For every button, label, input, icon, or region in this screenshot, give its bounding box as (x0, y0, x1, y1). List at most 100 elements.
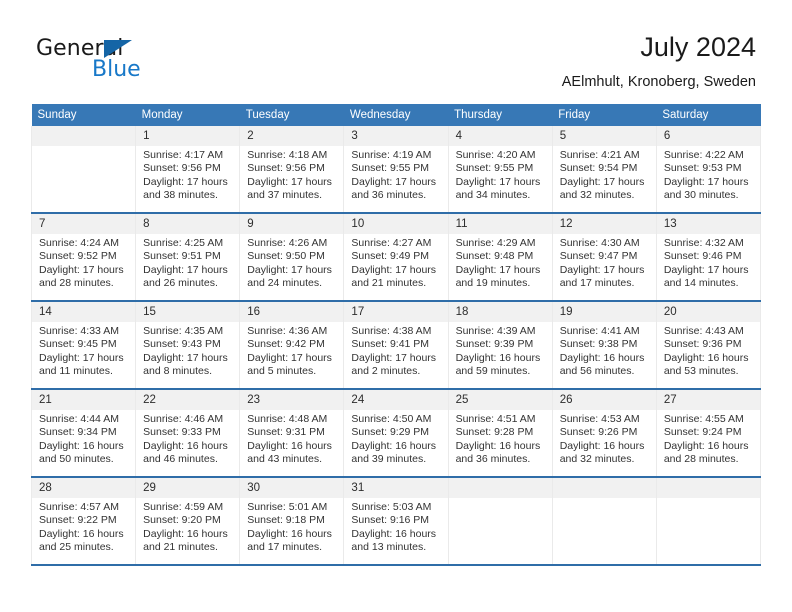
calendar-day-cell[interactable]: 22 Sunrise: 4:46 AM Sunset: 9:33 PM Dayligh… (135, 389, 241, 478)
calendar-table: Sunday Monday Tuesday Wednesday Thursday… (30, 104, 762, 566)
calendar-day-cell[interactable]: 3 Sunrise: 4:19 AM Sunset: 9:55 PM Daylight… (343, 126, 449, 214)
weekday-header-thursday: Thursday (448, 104, 553, 126)
daylight-text-line1: Daylight: 17 hours (351, 175, 437, 188)
day-sun-info: Sunrise: 4:41 AM Sunset: 9:38 PM Daylight:… (553, 322, 656, 379)
calendar-day-cell[interactable]: 11 Sunrise: 4:29 AM Sunset: 9:48 PM Dayligh… (447, 213, 553, 302)
calendar-day-cell[interactable]: 20 Sunrise: 4:43 AM Sunset: 9:36 PM Dayligh… (655, 301, 762, 390)
daylight-text-line1: Daylight: 16 hours (559, 351, 645, 364)
calendar-day-cell[interactable]: 21 Sunrise: 4:44 AM Sunset: 9:34 PM Dayligh… (30, 389, 137, 478)
daylight-text-line2: and 14 minutes. (663, 277, 739, 290)
page-header: General Blue July 2024 AElmhult, Kronobe… (0, 0, 792, 100)
day-sun-info: Sunrise: 4:50 AM Sunset: 9:29 PM Daylight:… (344, 410, 447, 467)
sunrise-text: Sunrise: 4:48 AM (247, 413, 328, 425)
calendar-day-cell[interactable]: 13 Sunrise: 4:32 AM Sunset: 9:46 PM Dayligh… (655, 213, 762, 302)
calendar-day-cell[interactable]: 18 Sunrise: 4:39 AM Sunset: 9:39 PM Dayligh… (447, 301, 553, 390)
sunrise-text: Sunrise: 5:01 AM (247, 501, 328, 513)
sunrise-text: Sunrise: 4:53 AM (559, 413, 640, 425)
day-sun-info: Sunrise: 4:35 AM Sunset: 9:43 PM Daylight:… (136, 322, 239, 379)
calendar-day-cell[interactable]: 8 Sunrise: 4:25 AM Sunset: 9:51 PM Daylight… (135, 213, 241, 302)
daylight-text-line2: and 39 minutes. (351, 453, 427, 466)
day-number: 22 (136, 390, 240, 410)
day-sun-info: Sunrise: 4:18 AM Sunset: 9:56 PM Daylight:… (240, 146, 343, 203)
sunset-text: Sunset: 9:46 PM (663, 250, 742, 263)
calendar-day-cell[interactable]: 17 Sunrise: 4:38 AM Sunset: 9:41 PM Dayligh… (343, 301, 449, 390)
calendar-day-cell[interactable]: 30 Sunrise: 5:01 AM Sunset: 9:18 PM Dayligh… (239, 477, 345, 566)
day-number: 13 (656, 214, 760, 234)
daylight-text-line1: Daylight: 17 hours (143, 175, 228, 188)
sunrise-text: Sunrise: 4:24 AM (39, 237, 119, 249)
day-sun-info: Sunrise: 4:24 AM Sunset: 9:52 PM Daylight:… (32, 234, 135, 291)
sunset-text: Sunset: 9:51 PM (143, 250, 221, 263)
sunset-text: Sunset: 9:22 PM (39, 514, 117, 527)
sunset-text: Sunset: 9:56 PM (247, 162, 325, 175)
daylight-text-line2: and 2 minutes. (351, 365, 421, 378)
day-sun-info: Sunrise: 4:44 AM Sunset: 9:34 PM Daylight:… (32, 410, 135, 467)
sunset-text: Sunset: 9:55 PM (455, 162, 534, 175)
daylight-text-line2: and 21 minutes. (143, 541, 218, 554)
calendar-day-cell[interactable]: 2 Sunrise: 4:18 AM Sunset: 9:56 PM Daylight… (239, 126, 345, 214)
calendar-day-cell[interactable]: 19 Sunrise: 4:41 AM Sunset: 9:38 PM Dayligh… (551, 301, 657, 390)
calendar-day-cell[interactable]: 4 Sunrise: 4:20 AM Sunset: 9:55 PM Daylight… (447, 126, 553, 214)
calendar-day-cell[interactable]: 16 Sunrise: 4:36 AM Sunset: 9:42 PM Dayligh… (239, 301, 345, 390)
sunrise-text: Sunrise: 4:41 AM (559, 325, 640, 337)
calendar-day-cell[interactable]: 24 Sunrise: 4:50 AM Sunset: 9:29 PM Dayligh… (343, 389, 449, 478)
calendar-cell-empty (447, 477, 553, 566)
calendar-header-row: Sunday Monday Tuesday Wednesday Thursday… (31, 104, 761, 126)
sunset-text: Sunset: 9:26 PM (559, 426, 638, 439)
calendar-day-cell[interactable]: 31 Sunrise: 5:03 AM Sunset: 9:16 PM Dayligh… (343, 477, 449, 566)
day-number: 18 (448, 302, 552, 322)
day-number: 31 (344, 478, 448, 498)
day-number: 15 (136, 302, 240, 322)
calendar-week-row: 28 Sunrise: 4:57 AM Sunset: 9:22 PM Dayligh… (30, 477, 762, 566)
brand-logo[interactable]: General Blue (36, 36, 256, 86)
daylight-text-line2: and 17 minutes. (559, 277, 635, 290)
calendar-day-cell[interactable]: 26 Sunrise: 4:53 AM Sunset: 9:26 PM Dayligh… (551, 389, 657, 478)
calendar-day-cell[interactable]: 5 Sunrise: 4:21 AM Sunset: 9:54 PM Daylight… (551, 126, 657, 214)
calendar-day-cell[interactable]: 28 Sunrise: 4:57 AM Sunset: 9:22 PM Dayligh… (30, 477, 137, 566)
calendar-day-cell[interactable]: 6 Sunrise: 4:22 AM Sunset: 9:53 PM Daylight… (655, 126, 762, 214)
sunrise-text: Sunrise: 4:33 AM (39, 325, 119, 337)
day-number: 12 (552, 214, 656, 234)
page-title: July 2024 (640, 32, 756, 62)
daylight-text-line1: Daylight: 16 hours (663, 351, 749, 364)
sunrise-text: Sunrise: 4:38 AM (351, 325, 432, 337)
calendar-day-cell[interactable]: 7 Sunrise: 4:24 AM Sunset: 9:52 PM Daylight… (30, 213, 137, 302)
calendar-day-cell[interactable]: 9 Sunrise: 4:26 AM Sunset: 9:50 PM Daylight… (239, 213, 345, 302)
day-sun-info: Sunrise: 4:17 AM Sunset: 9:56 PM Daylight:… (136, 146, 239, 203)
daylight-text-line2: and 43 minutes. (247, 453, 322, 466)
sunset-text: Sunset: 9:52 PM (39, 250, 117, 263)
day-number (448, 478, 552, 498)
daylight-text-line1: Daylight: 17 hours (455, 263, 541, 276)
daylight-text-line1: Daylight: 16 hours (455, 439, 541, 452)
day-sun-info: Sunrise: 4:20 AM Sunset: 9:55 PM Daylight:… (449, 146, 552, 203)
daylight-text-line1: Daylight: 17 hours (143, 263, 228, 276)
day-sun-info: Sunrise: 4:48 AM Sunset: 9:31 PM Daylight:… (240, 410, 343, 467)
calendar-week-row: 14 Sunrise: 4:33 AM Sunset: 9:45 PM Dayligh… (30, 301, 762, 390)
sunset-text: Sunset: 9:45 PM (39, 338, 117, 351)
calendar-day-cell[interactable]: 27 Sunrise: 4:55 AM Sunset: 9:24 PM Dayligh… (655, 389, 762, 478)
calendar-day-cell[interactable]: 10 Sunrise: 4:27 AM Sunset: 9:49 PM Dayligh… (343, 213, 449, 302)
sunset-text: Sunset: 9:18 PM (247, 514, 325, 527)
calendar-day-cell[interactable]: 12 Sunrise: 4:30 AM Sunset: 9:47 PM Dayligh… (551, 213, 657, 302)
daylight-text-line2: and 8 minutes. (143, 365, 213, 378)
calendar-day-cell[interactable]: 23 Sunrise: 4:48 AM Sunset: 9:31 PM Dayligh… (239, 389, 345, 478)
sunrise-text: Sunrise: 4:27 AM (351, 237, 432, 249)
sunset-text: Sunset: 9:36 PM (663, 338, 742, 351)
day-sun-info: Sunrise: 4:51 AM Sunset: 9:28 PM Daylight:… (449, 410, 552, 467)
calendar-day-cell[interactable]: 15 Sunrise: 4:35 AM Sunset: 9:43 PM Dayligh… (135, 301, 241, 390)
sunrise-text: Sunrise: 4:50 AM (351, 413, 432, 425)
calendar-day-cell[interactable]: 1 Sunrise: 4:17 AM Sunset: 9:56 PM Daylight… (135, 126, 241, 214)
sunrise-text: Sunrise: 4:18 AM (247, 149, 328, 161)
daylight-text-line2: and 36 minutes. (455, 453, 531, 466)
daylight-text-line2: and 30 minutes. (663, 189, 739, 202)
sunset-text: Sunset: 9:50 PM (247, 250, 325, 263)
day-sun-info: Sunrise: 4:29 AM Sunset: 9:48 PM Daylight:… (449, 234, 552, 291)
calendar-day-cell[interactable]: 29 Sunrise: 4:59 AM Sunset: 9:20 PM Dayligh… (135, 477, 241, 566)
sunrise-text: Sunrise: 5:03 AM (351, 501, 432, 513)
calendar-day-cell[interactable]: 25 Sunrise: 4:51 AM Sunset: 9:28 PM Dayligh… (447, 389, 553, 478)
daylight-text-line1: Daylight: 17 hours (247, 175, 332, 188)
daylight-text-line2: and 13 minutes. (351, 541, 427, 554)
weekday-header-wednesday: Wednesday (343, 104, 449, 126)
day-sun-info: Sunrise: 4:26 AM Sunset: 9:50 PM Daylight:… (240, 234, 343, 291)
calendar-day-cell[interactable]: 14 Sunrise: 4:33 AM Sunset: 9:45 PM Dayligh… (30, 301, 137, 390)
